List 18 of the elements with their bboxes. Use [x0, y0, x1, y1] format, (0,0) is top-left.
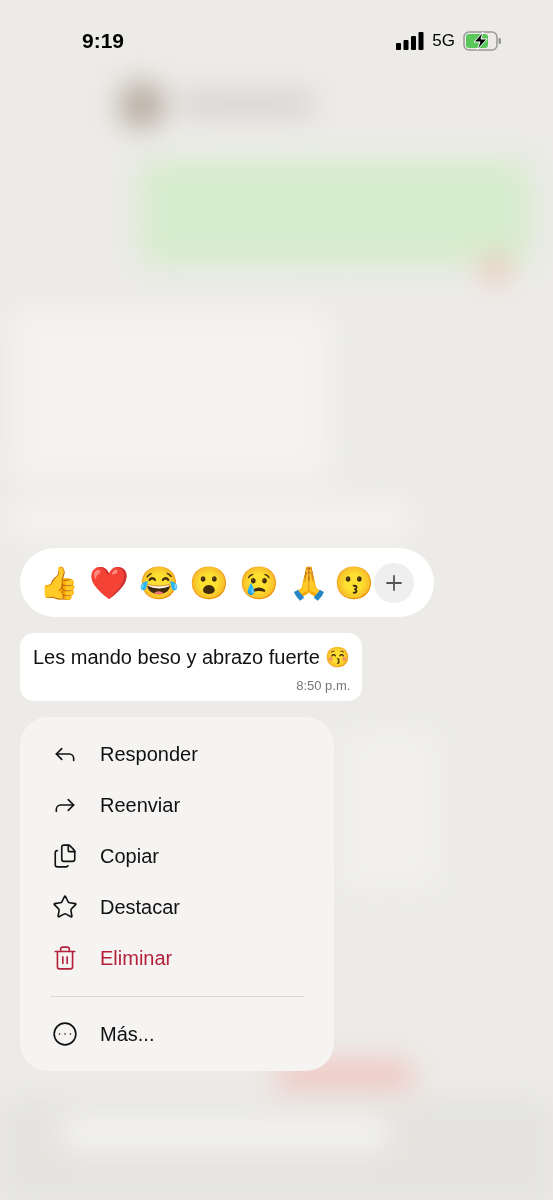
- menu-item[interactable]: Más...: [20, 1008, 334, 1060]
- menu-item[interactable]: Responder: [20, 728, 334, 780]
- add-reaction-button[interactable]: [374, 562, 414, 603]
- star-icon: [52, 894, 78, 920]
- reaction-emoji[interactable]: ❤: [84, 566, 134, 599]
- trash-icon: [52, 945, 78, 971]
- message-time: 8:50 p.m.: [296, 677, 351, 695]
- status-time: 9:19: [82, 28, 125, 55]
- menu-item[interactable]: Copiar: [20, 830, 334, 882]
- battery-icon: [463, 31, 503, 51]
- network-label: 5G: [432, 30, 455, 53]
- signal-icon: [396, 32, 425, 50]
- copy-icon: [52, 843, 78, 869]
- more-icon: [52, 1021, 78, 1047]
- menu-item[interactable]: Eliminar: [20, 932, 334, 984]
- message-text: Les mando beso y abrazo fuerte 😚: [33, 645, 351, 670]
- menu-item[interactable]: Destacar: [20, 881, 334, 933]
- menu-item[interactable]: Reenviar: [20, 779, 334, 831]
